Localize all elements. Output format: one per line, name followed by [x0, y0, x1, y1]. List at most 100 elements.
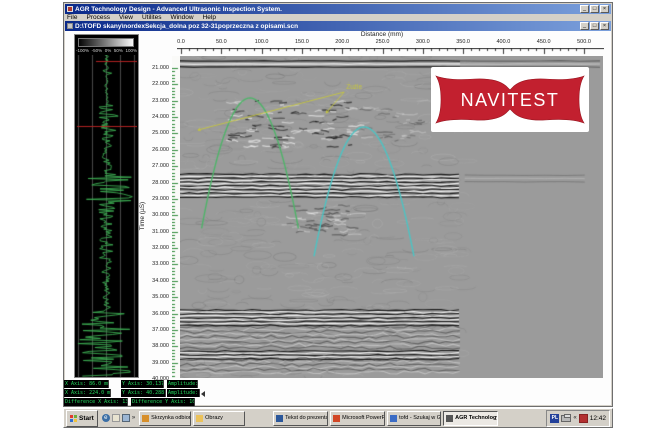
- ascan-scale-label: -50%: [92, 48, 103, 53]
- tray-app-icon[interactable]: [579, 414, 588, 423]
- y-axis-tick-label: 29.000: [141, 196, 169, 202]
- task-button-icon: [276, 415, 283, 422]
- menu-process[interactable]: Process: [86, 14, 109, 21]
- menu-view[interactable]: View: [119, 14, 133, 21]
- y-axis-tick-label: 25.000: [141, 130, 169, 136]
- tray-chevron[interactable]: «: [573, 415, 576, 421]
- tray-printer-icon[interactable]: [561, 415, 571, 422]
- menu-utilites[interactable]: Utilites: [142, 14, 162, 21]
- desktop: AGR Technology Design - Advanced Ultraso…: [0, 0, 650, 430]
- task-button-4[interactable]: Microsoft PowerPoint - [...: [330, 411, 385, 426]
- taskbar: Start e » Skrzynka odbiorcza - Out... Obr…: [63, 408, 613, 428]
- navitest-logo-shape: NAVITEST: [435, 71, 585, 128]
- x-axis-tick-label: 400.0: [491, 39, 515, 45]
- x-axis-tick-label: 50.0: [209, 39, 233, 45]
- y-axis-tick-label: 26.000: [141, 147, 169, 153]
- app-title-bar: AGR Technology Design - Advanced Ultraso…: [65, 4, 611, 14]
- start-button[interactable]: Start: [66, 410, 98, 427]
- doc-minimize-button[interactable]: _: [580, 22, 589, 30]
- y-axis-tick-label: 28.000: [141, 180, 169, 186]
- menu-window[interactable]: Window: [170, 14, 193, 21]
- quick-launch: e »: [100, 414, 137, 422]
- task-button-5[interactable]: tofd - Szukaj w Google - ...: [387, 411, 441, 426]
- status-x-axis-2: X Axis: 224.0 mm: [64, 389, 111, 397]
- y-axis-ruler: [172, 56, 180, 378]
- tray-language-indicator[interactable]: PL: [550, 414, 559, 423]
- task-button-icon: [333, 415, 340, 422]
- task-button-3[interactable]: Tekst do prezentacji.doc...: [273, 411, 328, 426]
- system-tray: PL « 12:42: [546, 410, 610, 427]
- status-y-axis-1: Y Axis: 30.137 mm: [121, 380, 164, 388]
- show-desktop-icon[interactable]: [122, 414, 130, 422]
- y-axis-tick-label: 21.000: [141, 65, 169, 71]
- status-row: X Axis: 224.0 mmY Axis: 40.288 mmAmplitu…: [64, 389, 612, 397]
- document-title-bar: D:\TOFD skany\nordexSekcja_dolna poz 32-…: [65, 21, 611, 31]
- task-button-label: Microsoft PowerPoint - [...: [342, 415, 385, 421]
- windows-flag-icon: [70, 415, 77, 422]
- task-button-icon: [142, 415, 149, 422]
- doc-close-button[interactable]: ×: [600, 22, 609, 30]
- doc-restore-button[interactable]: □: [590, 22, 599, 30]
- y-axis-tick-label: 36.000: [141, 311, 169, 317]
- task-buttons: Skrzynka odbiorcza - Out... Obrazy Tekst d…: [139, 411, 498, 426]
- status-scroll-left-button[interactable]: [201, 391, 205, 397]
- mail-icon[interactable]: [112, 414, 120, 422]
- y-axis-tick-label: 22.000: [141, 81, 169, 87]
- task-button-label: Obrazy: [205, 415, 223, 421]
- y-axis-tick-label: 31.000: [141, 229, 169, 235]
- y-axis-tick-label: 35.000: [141, 294, 169, 300]
- document-icon: [67, 23, 73, 29]
- ascan-panel: -100%-50%0%50%100%: [74, 34, 139, 378]
- y-axis-tick-label: 37.000: [141, 327, 169, 333]
- task-button-label: Tekst do prezentacji.doc...: [285, 415, 328, 421]
- x-axis-tick-label: 450.0: [532, 39, 556, 45]
- quick-launch-overflow-chevron[interactable]: »: [132, 415, 135, 421]
- status-row: Difference X Axis: 138.0 mmDifference Y …: [64, 398, 612, 406]
- tray-clock: 12:42: [590, 415, 606, 422]
- x-axis-tick-label: 250.0: [371, 39, 395, 45]
- x-axis-tick-label: 150.0: [290, 39, 314, 45]
- menu-help[interactable]: Help: [203, 14, 216, 21]
- menu-file[interactable]: File: [67, 14, 77, 21]
- status-diff-y-axis: Difference Y Axis: 10.151 mm: [131, 398, 195, 406]
- task-button-icon: [446, 415, 453, 422]
- task-button-icon: [390, 415, 397, 422]
- x-axis-tick-label: 500.0: [572, 39, 596, 45]
- y-axis-tick-label: 30.000: [141, 212, 169, 218]
- ascan-scale-labels: -100%-50%0%50%100%: [76, 48, 137, 53]
- status-amplitude-2: Amplitude: 19 %: [167, 389, 200, 397]
- ascan-scale-label: 100%: [125, 48, 137, 53]
- y-axis-tick-label: 23.000: [141, 98, 169, 104]
- close-button[interactable]: ×: [600, 5, 609, 13]
- y-axis-tick-label: 27.000: [141, 163, 169, 169]
- x-axis-tick-label: 0.0: [169, 39, 193, 45]
- document-title: D:\TOFD skany\nordexSekcja_dolna poz 32-…: [75, 22, 578, 31]
- navitest-logo: NAVITEST: [431, 67, 589, 132]
- minimize-button[interactable]: _: [580, 5, 589, 13]
- task-button-2[interactable]: Obrazy: [193, 411, 245, 426]
- task-button-label: AGR Technology Desi...: [455, 415, 498, 421]
- x-axis-tick-label: 200.0: [330, 39, 354, 45]
- status-diff-x-axis: Difference X Axis: 138.0 mm: [64, 398, 128, 406]
- ascan-canvas[interactable]: [76, 55, 137, 377]
- task-button-6[interactable]: AGR Technology Desi...: [443, 411, 498, 426]
- task-button-label: tofd - Szukaj w Google - ...: [399, 415, 441, 421]
- task-button-1[interactable]: Skrzynka odbiorcza - Out...: [139, 411, 191, 426]
- maximize-button[interactable]: □: [590, 5, 599, 13]
- app-icon: [67, 6, 73, 12]
- browser-icon[interactable]: e: [102, 414, 110, 422]
- y-axis-tick-label: 39.000: [141, 360, 169, 366]
- x-axis-tick-label: 300.0: [411, 39, 435, 45]
- app-window: AGR Technology Design - Advanced Ultraso…: [63, 2, 613, 407]
- x-axis-tick-label: 100.0: [250, 39, 274, 45]
- start-button-label: Start: [79, 415, 94, 422]
- task-button-icon: [196, 415, 203, 422]
- status-row: X Axis: 86.0 mmY Axis: 30.137 mmAmplitud…: [64, 380, 612, 388]
- y-axis-tick-label: 32.000: [141, 245, 169, 251]
- y-axis-tick-label: 24.000: [141, 114, 169, 120]
- ascan-scale-label: 0%: [105, 48, 112, 53]
- x-axis-tick-label: 350.0: [451, 39, 475, 45]
- y-axis-tick-label: 34.000: [141, 278, 169, 284]
- navitest-logo-text: NAVITEST: [461, 90, 560, 110]
- ascan-scale-label: -100%: [76, 48, 89, 53]
